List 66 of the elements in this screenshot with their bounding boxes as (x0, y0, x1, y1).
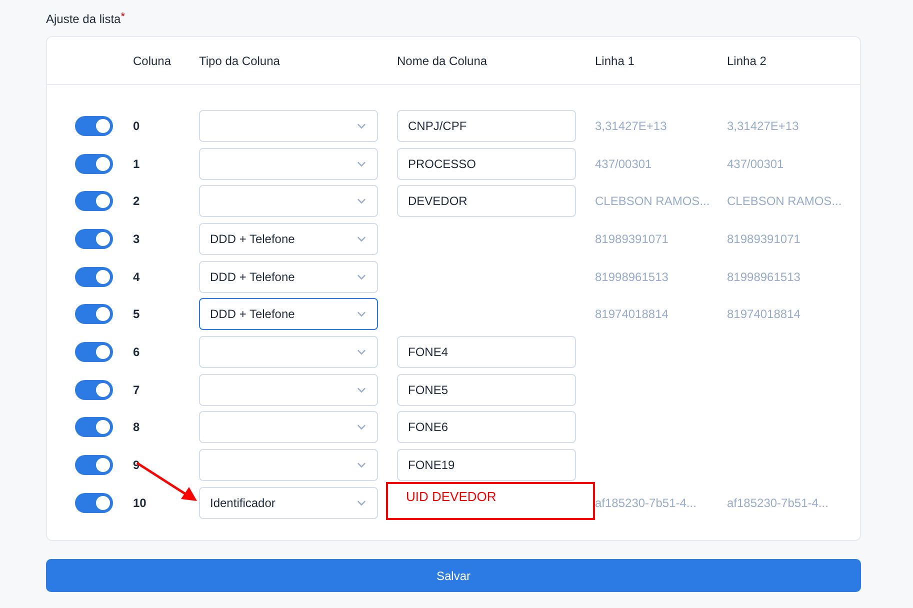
name-field[interactable]: FONE4 (397, 336, 576, 368)
cell-value: 437/00301 (727, 156, 784, 171)
cell-value: af185230-7b51-4... (727, 496, 828, 510)
toggle-switch[interactable] (75, 492, 113, 513)
chevron-down-icon (357, 462, 366, 468)
cell-value: 81998961513 (727, 270, 800, 284)
toggle-switch[interactable] (75, 116, 113, 136)
toggle-switch[interactable] (75, 304, 113, 324)
type-dropdown[interactable]: Identificador (199, 486, 378, 519)
chevron-down-icon (357, 311, 366, 318)
toggle-switch[interactable] (75, 266, 113, 287)
chevron-down-icon (357, 500, 366, 506)
chevron-down-icon (357, 198, 366, 204)
toggle-switch[interactable] (75, 417, 113, 438)
cell-value: af185230-7b51-4... (595, 496, 696, 510)
column-header: Linha 2 (727, 54, 766, 68)
cell-value: 81989391071 (727, 232, 800, 246)
required-mark: * (120, 11, 125, 23)
type-dropdown[interactable]: DDD + Telefone (199, 298, 378, 330)
chevron-down-icon (357, 386, 366, 393)
cell-value: 3,31427E+13 (727, 118, 799, 133)
name-field[interactable]: FONE5 (397, 374, 576, 406)
toggle-switch[interactable] (75, 455, 113, 476)
column-index: 10 (133, 496, 146, 510)
name-field[interactable]: FONE19 (397, 449, 576, 482)
chevron-down-icon (357, 122, 366, 129)
column-index: 7 (133, 382, 140, 397)
toggle-switch[interactable] (75, 380, 113, 400)
toggle-switch[interactable] (75, 154, 113, 174)
type-dropdown[interactable]: DDD + Telefone (199, 222, 378, 255)
toggle-switch[interactable] (75, 228, 113, 249)
chevron-down-icon (357, 236, 366, 242)
chevron-down-icon (357, 424, 366, 430)
name-field[interactable]: DEVEDOR (397, 185, 576, 218)
chevron-down-icon (357, 348, 366, 355)
cell-value: CLEBSON RAMOS... (727, 194, 842, 208)
toggle-switch[interactable] (75, 191, 113, 212)
cell-value: 437/00301 (595, 156, 652, 171)
chevron-down-icon (357, 274, 366, 280)
column-index: 4 (133, 270, 140, 284)
name-field[interactable]: CNPJ/CPF (397, 110, 576, 142)
column-header: Tipo da Coluna (199, 54, 280, 68)
chevron-down-icon (357, 160, 366, 167)
cell-value: 81974018814 (727, 307, 800, 322)
name-field[interactable]: PROCESSO (397, 148, 576, 180)
column-index: 6 (133, 344, 140, 359)
cell-value: 81998961513 (595, 270, 668, 284)
column-index: 8 (133, 420, 140, 434)
cell-value: 3,31427E+13 (595, 118, 667, 133)
column-index: 5 (133, 307, 140, 322)
column-header: Coluna (133, 54, 172, 68)
type-dropdown[interactable]: DDD + Telefone (199, 260, 378, 293)
cell-value: 81974018814 (595, 307, 668, 322)
toggle-switch[interactable] (75, 342, 113, 362)
column-index: 0 (133, 118, 140, 133)
name-field[interactable]: FONE6 (397, 411, 576, 444)
column-index: 3 (133, 232, 140, 246)
cell-value: 81989391071 (595, 232, 668, 246)
column-index: 1 (133, 156, 140, 171)
column-header: Linha 1 (595, 54, 634, 68)
column-index: 2 (133, 194, 140, 208)
annotation-text: UID DEVEDOR (406, 489, 496, 504)
section-label: Ajuste da lista (46, 12, 121, 26)
column-header: Nome da Coluna (397, 54, 488, 68)
cell-value: CLEBSON RAMOS... (595, 194, 710, 208)
save-button[interactable]: Salvar (46, 559, 861, 592)
